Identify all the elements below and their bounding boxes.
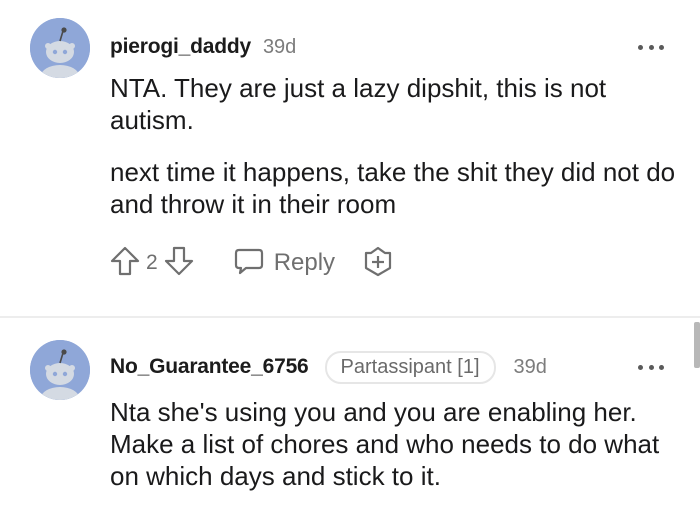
downvote-arrow-icon[interactable] bbox=[162, 244, 196, 283]
comment-paragraph: NTA. They are just a lazy dipshit, this … bbox=[110, 73, 607, 135]
more-dot bbox=[648, 44, 654, 50]
reply-label: Reply bbox=[273, 249, 336, 276]
comment-paragraph: Nta she's using you and you are enabling… bbox=[110, 397, 660, 491]
comment-thread: pierogi_daddy 39d NTA. They are just a l… bbox=[0, 0, 700, 516]
more-options-icon[interactable] bbox=[638, 363, 664, 371]
more-options-icon[interactable] bbox=[638, 43, 664, 51]
comment-age: 39d bbox=[262, 35, 297, 58]
award-button[interactable] bbox=[361, 244, 395, 283]
comment-age: 39d bbox=[513, 355, 547, 378]
vote-count: 2 bbox=[146, 251, 158, 274]
more-dot bbox=[648, 364, 654, 370]
comment-paragraph: next time it happens, take the shit they… bbox=[110, 157, 676, 219]
reply-button[interactable]: Reply bbox=[232, 244, 335, 283]
comment-meta: No_Guarantee_6756 Partassipant [1] 39d bbox=[110, 350, 547, 384]
award-plus-icon bbox=[361, 244, 395, 283]
user-flair-badge: Partassipant [1] bbox=[324, 350, 496, 384]
comment-no-guarantee-6756: No_Guarantee_6756 Partassipant [1] 39d N… bbox=[0, 318, 700, 516]
upvote-arrow-icon[interactable] bbox=[108, 244, 142, 283]
reddit-snoo-avatar-icon[interactable] bbox=[30, 18, 90, 78]
more-dot bbox=[638, 364, 643, 370]
scrollbar[interactable] bbox=[694, 322, 700, 368]
username[interactable]: No_Guarantee_6756 bbox=[110, 355, 309, 379]
more-dot bbox=[659, 44, 664, 50]
comment-actions: 2 Reply bbox=[108, 245, 395, 281]
more-dot bbox=[638, 44, 643, 50]
comment-pierogi-daddy: pierogi_daddy 39d NTA. They are just a l… bbox=[0, 0, 700, 316]
comment-body: NTA. They are just a lazy dipshit, this … bbox=[110, 72, 680, 220]
comment-body: Nta she's using you and you are enabling… bbox=[110, 396, 680, 492]
comment-meta: pierogi_daddy 39d bbox=[110, 32, 296, 62]
reddit-snoo-avatar-icon[interactable] bbox=[30, 340, 90, 400]
more-dot bbox=[659, 364, 664, 370]
speech-bubble-icon bbox=[232, 244, 266, 283]
username[interactable]: pierogi_daddy bbox=[110, 35, 251, 59]
